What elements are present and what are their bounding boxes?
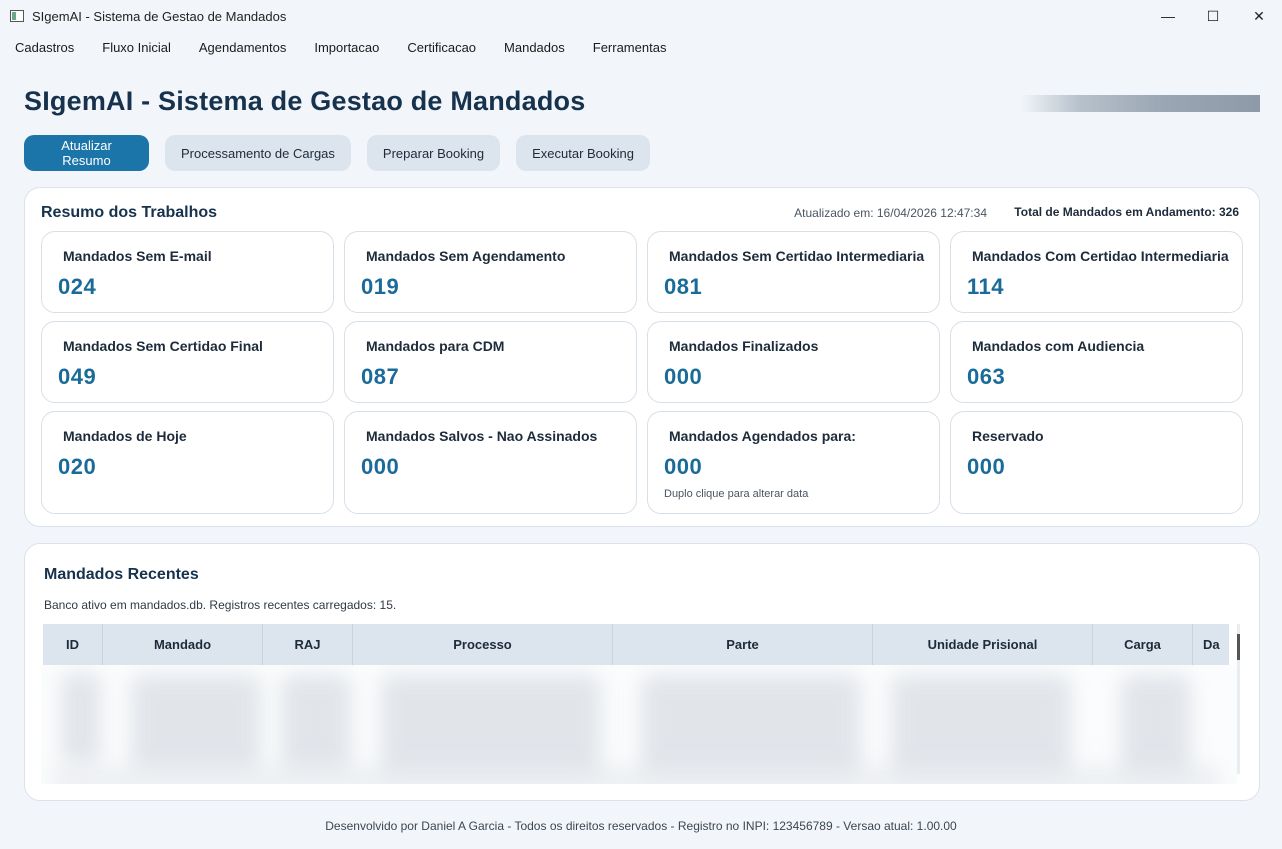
menu-agendamentos[interactable]: Agendamentos [185, 40, 300, 55]
action-toolbar: Atualizar Resumo Processamento de Cargas… [24, 135, 650, 171]
card-label: Mandados Salvos - Nao Assinados [366, 428, 598, 444]
summary-cards: Mandados Sem E-mail 024 Mandados Sem Age… [41, 231, 1244, 514]
refresh-summary-button[interactable]: Atualizar Resumo [24, 135, 149, 171]
menu-importacao[interactable]: Importacao [300, 40, 393, 55]
card-label: Mandados Sem Certidao Intermediaria [669, 248, 925, 264]
card-label: Mandados com Audiencia [972, 338, 1145, 354]
card-label: Mandados para CDM [366, 338, 505, 354]
scheduled-date-card[interactable]: Mandados Agendados para: 000 Duplo cliqu… [647, 411, 940, 514]
card-value: 000 [664, 364, 703, 389]
summary-card[interactable]: Mandados de Hoje 020 [41, 411, 334, 514]
title-bar: SIgemAI - Sistema de Gestao de Mandados … [0, 0, 1282, 32]
summary-panel: Resumo dos Trabalhos Atualizado em: 16/0… [24, 187, 1260, 527]
column-header-raj[interactable]: RAJ [263, 624, 353, 665]
execute-booking-button[interactable]: Executar Booking [516, 135, 650, 171]
card-label: Mandados Sem Certidao Final [63, 338, 263, 354]
table-header: ID Mandado RAJ Processo Parte Unidade Pr… [43, 624, 1229, 665]
card-hint: Duplo clique para alterar data [664, 488, 809, 500]
card-label: Mandados Com Certidao Intermediaria [972, 248, 1229, 264]
summary-card[interactable]: Reservado 000 [950, 411, 1243, 514]
column-header-mandado[interactable]: Mandado [103, 624, 263, 665]
summary-title: Resumo dos Trabalhos [41, 204, 218, 221]
summary-card[interactable]: Mandados Sem Certidao Final 049 [41, 321, 334, 403]
maximize-button[interactable]: ☐ [1190, 0, 1236, 32]
summary-card[interactable]: Mandados Sem E-mail 024 [41, 231, 334, 313]
summary-card[interactable]: Mandados Finalizados 000 [647, 321, 940, 403]
card-value: 081 [664, 274, 703, 299]
menu-cadastros[interactable]: Cadastros [0, 40, 88, 55]
menu-certificacao[interactable]: Certificacao [393, 40, 490, 55]
menu-fluxo-inicial[interactable]: Fluxo Inicial [88, 40, 185, 55]
card-label: Mandados Agendados para: [669, 428, 856, 444]
card-label: Mandados de Hoje [63, 428, 187, 444]
menu-mandados[interactable]: Mandados [490, 40, 579, 55]
card-value: 000 [967, 454, 1006, 479]
card-value: 019 [361, 274, 400, 299]
column-header-unidade-prisional[interactable]: Unidade Prisional [873, 624, 1093, 665]
summary-card[interactable]: Mandados Sem Agendamento 019 [344, 231, 637, 313]
recent-title: Mandados Recentes [44, 566, 199, 583]
redacted-cell [61, 673, 101, 763]
card-value: 024 [58, 274, 97, 299]
redacted-cell [281, 675, 351, 770]
close-button[interactable]: ✕ [1236, 0, 1282, 32]
redacted-cell [1121, 675, 1191, 775]
redacted-cell [131, 675, 261, 770]
prepare-booking-button[interactable]: Preparar Booking [366, 135, 501, 171]
card-label: Mandados Sem E-mail [63, 248, 212, 264]
window-title: SIgemAI - Sistema de Gestao de Mandados [32, 8, 287, 24]
process-loads-button[interactable]: Processamento de Cargas [165, 135, 351, 171]
summary-card[interactable]: Mandados Salvos - Nao Assinados 000 [344, 411, 637, 514]
card-value: 000 [361, 454, 400, 479]
total-in-progress: Total de Mandados em Andamento: 326 [1014, 205, 1239, 219]
menu-ferramentas[interactable]: Ferramentas [579, 40, 681, 55]
minimize-button[interactable]: — [1145, 0, 1191, 32]
card-label: Reservado [972, 428, 1044, 444]
card-value: 087 [361, 364, 400, 389]
column-header-processo[interactable]: Processo [353, 624, 613, 665]
recent-panel: Mandados Recentes Banco ativo em mandado… [24, 543, 1260, 801]
recent-table[interactable]: ID Mandado RAJ Processo Parte Unidade Pr… [41, 624, 1241, 784]
column-header-parte[interactable]: Parte [613, 624, 873, 665]
column-header-id[interactable]: ID [43, 624, 103, 665]
card-value: 020 [58, 454, 97, 479]
summary-card[interactable]: Mandados para CDM 087 [344, 321, 637, 403]
table-scroll-thumb[interactable] [1237, 634, 1240, 660]
page-title: SIgemAI - Sistema de Gestao de Mandados [24, 86, 586, 116]
card-value: 049 [58, 364, 97, 389]
redacted-row [51, 765, 1221, 784]
summary-card[interactable]: Mandados Com Certidao Intermediaria 114 [950, 231, 1243, 313]
redacted-cell [891, 675, 1071, 775]
card-value: 063 [967, 364, 1006, 389]
redacted-cell [381, 675, 601, 775]
redacted-cell [641, 675, 861, 775]
card-value: 114 [967, 274, 1004, 299]
footer-credits: Desenvolvido por Daniel A Garcia - Todos… [325, 819, 957, 833]
recent-info: Banco ativo em mandados.db. Registros re… [44, 598, 397, 612]
summary-card[interactable]: Mandados Sem Certidao Intermediaria 081 [647, 231, 940, 313]
updated-timestamp: Atualizado em: 16/04/2026 12:47:34 [794, 206, 987, 220]
app-icon [10, 10, 24, 22]
card-label: Mandados Sem Agendamento [366, 248, 566, 264]
menu-bar: Cadastros Fluxo Inicial Agendamentos Imp… [0, 34, 680, 60]
title-accent-bar [1020, 95, 1260, 112]
card-value: 000 [664, 454, 703, 479]
card-label: Mandados Finalizados [669, 338, 819, 354]
table-body-redacted [41, 665, 1237, 784]
column-header-carga[interactable]: Carga [1093, 624, 1193, 665]
summary-card[interactable]: Mandados com Audiencia 063 [950, 321, 1243, 403]
column-header-data[interactable]: Da [1193, 624, 1229, 665]
